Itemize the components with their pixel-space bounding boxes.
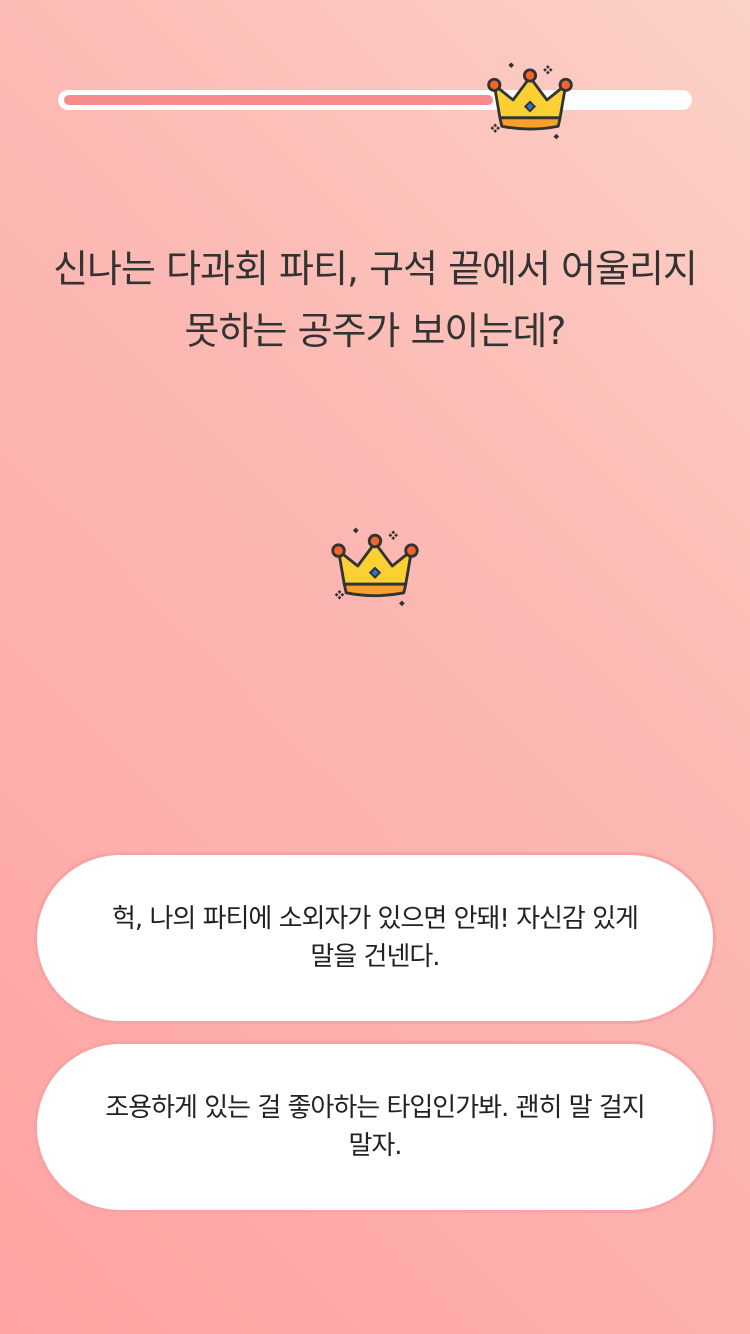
progress-fill [64, 95, 493, 105]
answer-line: 조용하게 있는 걸 좋아하는 타입인가봐. 괜히 말 걸지 [105, 1093, 645, 1123]
crown-icon [483, 56, 577, 142]
answer-line: 말을 건넨다. [310, 942, 440, 972]
answer-option-text: 헉, 나의 파티에 소외자가 있으면 안돼! 자신감 있게 말을 건넨다. [112, 900, 639, 976]
progress-bar [58, 90, 692, 110]
answer-option-text: 조용하게 있는 걸 좋아하는 타입인가봐. 괜히 말 걸지 말자. [105, 1089, 645, 1165]
crown-icon [327, 520, 423, 610]
question-line-2: 못하는 공주가 보이는데? [184, 309, 567, 353]
question-line-1: 신나는 다과회 파티, 구석 끝에서 어울리지 [53, 247, 698, 291]
answer-line: 헉, 나의 파티에 소외자가 있으면 안돼! 자신감 있게 [112, 904, 639, 934]
question-text: 신나는 다과회 파티, 구석 끝에서 어울리지 못하는 공주가 보이는데? [20, 238, 730, 362]
answer-option-2[interactable]: 조용하게 있는 걸 좋아하는 타입인가봐. 괜히 말 걸지 말자. [34, 1041, 716, 1213]
answer-line: 말자. [348, 1131, 402, 1161]
answer-option-1[interactable]: 헉, 나의 파티에 소외자가 있으면 안돼! 자신감 있게 말을 건넨다. [34, 852, 716, 1024]
